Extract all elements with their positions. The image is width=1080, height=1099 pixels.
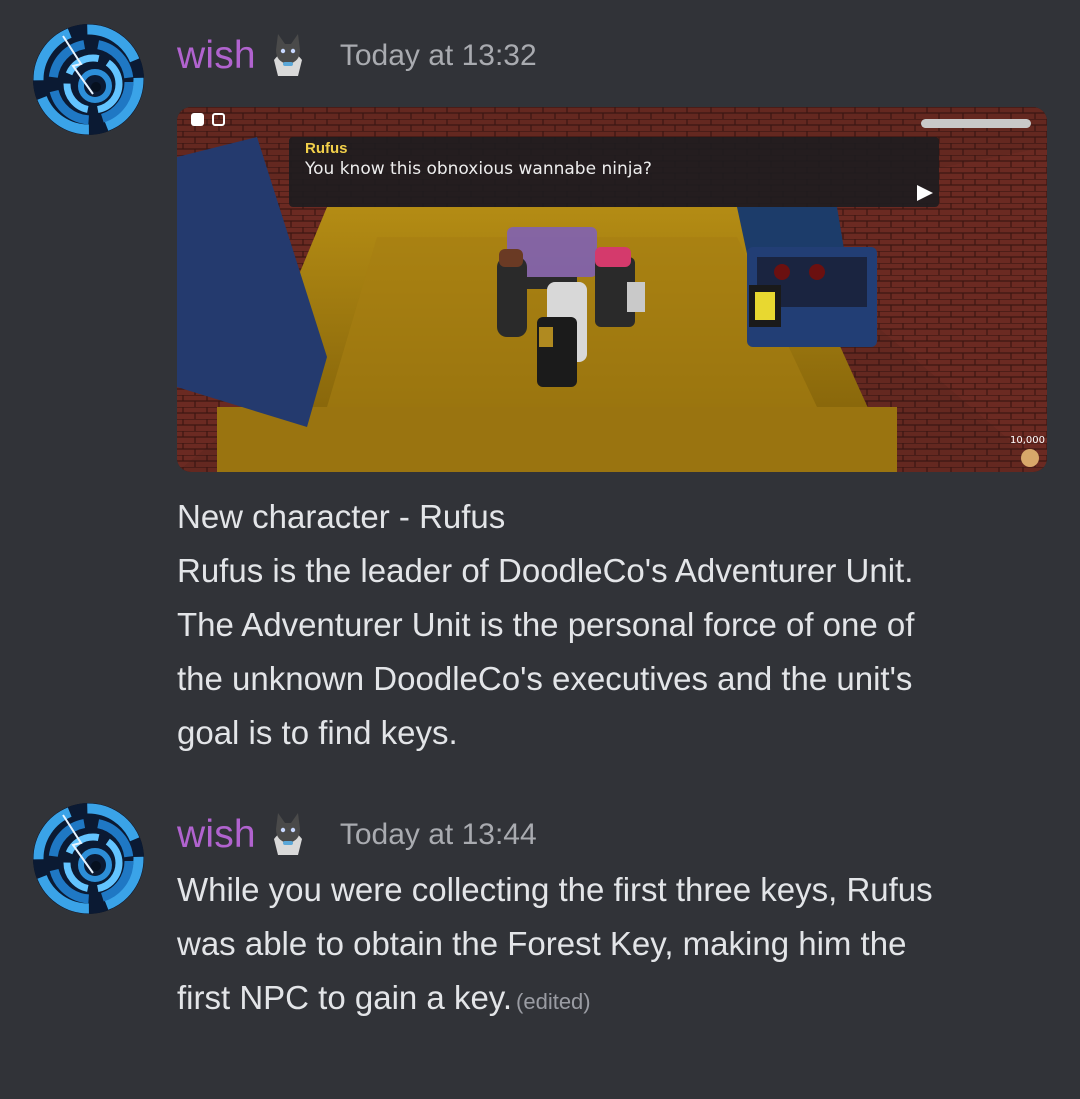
chat-icon[interactable]	[212, 113, 225, 126]
message-content: New character - Rufus Rufus is the leade…	[177, 490, 1057, 760]
message-line: goal is to find keys.	[177, 714, 458, 751]
message-line: Rufus is the leader of DoodleCo's Advent…	[177, 552, 914, 589]
cat-badge-icon[interactable]	[268, 30, 308, 82]
dialog-text: You know this obnoxious wannabe ninja?	[305, 159, 652, 179]
message-line-text: first NPC to gain a key.	[177, 979, 513, 1016]
message-line: the unknown DoodleCo's executives and th…	[177, 660, 913, 697]
blue-vortex-avatar-icon	[33, 803, 144, 914]
message-header: wish Today at 13:32	[177, 30, 537, 82]
message-header: wish Today at 13:44	[177, 809, 537, 861]
username[interactable]: wish	[177, 813, 256, 857]
blue-vortex-avatar-icon	[33, 24, 144, 135]
cat-badge-icon[interactable]	[268, 809, 308, 861]
game-screenshot-embed[interactable]: Rufus You know this obnoxious wannabe ni…	[177, 107, 1047, 472]
roblox-menu-icon[interactable]	[191, 113, 204, 126]
edited-label: (edited)	[516, 989, 591, 1014]
message-line: was able to obtain the Forest Key, makin…	[177, 925, 907, 962]
roblox-hud	[191, 113, 225, 126]
avatar[interactable]	[33, 24, 144, 135]
dialog-speaker-name: Rufus	[305, 140, 348, 157]
currency-amount: 10,000	[1010, 435, 1045, 446]
message-line: While you were collecting the first thre…	[177, 871, 933, 908]
message-line: The Adventurer Unit is the personal forc…	[177, 606, 915, 643]
play-arrow-icon[interactable]	[917, 185, 933, 201]
timestamp: Today at 13:44	[339, 818, 537, 851]
message-content: While you were collecting the first thre…	[177, 863, 1057, 1029]
player-list-bar	[921, 119, 1031, 128]
avatar[interactable]	[33, 803, 144, 914]
username[interactable]: wish	[177, 34, 256, 78]
message-line: New character - Rufus	[177, 498, 506, 535]
timestamp: Today at 13:32	[339, 39, 537, 72]
npc-dialog-box[interactable]: Rufus You know this obnoxious wannabe ni…	[289, 137, 939, 207]
message-line-last: first NPC to gain a key. (edited)	[177, 971, 1057, 1029]
hamster-currency-icon	[1021, 449, 1039, 467]
